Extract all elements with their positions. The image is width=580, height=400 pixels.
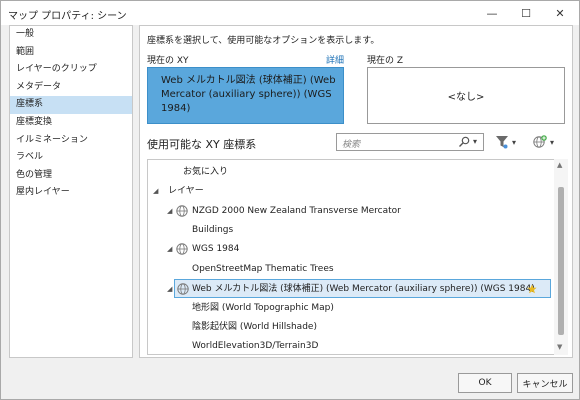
scroll-up-icon[interactable]: ▲ — [557, 161, 562, 169]
coordinate-system-tree: お気に入り ◢ レイヤー ◢ NZGD 2000 New Zealand Tra… — [147, 159, 560, 355]
coordinate-systems-panel: 座標系を選択して、使用可能なオプションを表示します。 現在の XY 詳細 現在の… — [139, 25, 573, 358]
tree-row-layers[interactable]: ◢ レイヤー — [148, 182, 559, 201]
search-placeholder: 検索 — [342, 140, 361, 150]
sidebar-item-clip-layers[interactable]: レイヤーのクリップ — [10, 61, 132, 79]
search-icon[interactable] — [458, 136, 470, 148]
tree-scrollbar[interactable]: ▲ ▼ — [554, 159, 568, 355]
current-z-label: 現在の Z — [367, 56, 404, 66]
tree-label: WGS 1984 — [192, 244, 240, 254]
current-z-value: <なし> — [447, 92, 485, 103]
expand-arrow-icon[interactable]: ◢ — [167, 202, 172, 221]
tree-row-buildings[interactable]: Buildings — [148, 221, 559, 240]
tree-label: WorldElevation3D/Terrain3D — [192, 341, 319, 351]
map-properties-dialog: マップ プロパティ: シーン — ☐ ✕ 一般 範囲 レイヤーのクリップ メタデ… — [0, 0, 580, 400]
tree-label: お気に入り — [183, 167, 229, 177]
expand-arrow-icon[interactable]: ◢ — [167, 240, 172, 259]
scrollbar-thumb[interactable] — [558, 187, 564, 335]
ok-label: OK — [478, 378, 492, 388]
maximize-icon: ☐ — [521, 6, 531, 20]
tree-label: NZGD 2000 New Zealand Transverse Mercato… — [192, 206, 401, 216]
current-z-box[interactable]: <なし> — [367, 67, 565, 124]
tree-row-world-hillshade[interactable]: 陰影起伏図 (World Hillshade) — [148, 318, 559, 337]
cancel-button[interactable]: キャンセル — [517, 373, 573, 393]
filter-chevron-icon: ▾ — [512, 137, 517, 147]
tree-label: 陰影起伏図 (World Hillshade) — [192, 322, 317, 332]
sidebar-item-illumination[interactable]: イルミネーション — [10, 132, 132, 150]
sidebar-item-color-management[interactable]: 色の管理 — [10, 167, 132, 185]
expand-arrow-icon[interactable]: ◢ — [153, 182, 158, 201]
details-link[interactable]: 詳細 — [326, 53, 344, 66]
sidebar-item-coordinate-systems[interactable]: 座標系 — [10, 96, 132, 114]
search-options-chevron-icon[interactable]: ▾ — [473, 137, 477, 146]
title-bar: マップ プロパティ: シーン — ☐ ✕ — [1, 1, 579, 25]
tree-label: OpenStreetMap Thematic Trees — [192, 264, 334, 274]
tree-row-world-topographic[interactable]: 地形図 (World Topographic Map) — [148, 299, 559, 318]
minimize-button[interactable]: — — [475, 1, 509, 25]
tree-row-wgs1984[interactable]: ◢ WGS 1984 — [148, 240, 559, 259]
tree-row-favorites[interactable]: お気に入り — [148, 163, 559, 182]
close-icon: ✕ — [555, 6, 565, 20]
sidebar-item-metadata[interactable]: メタデータ — [10, 79, 132, 97]
ok-button[interactable]: OK — [458, 373, 512, 393]
filter-icon — [496, 136, 508, 149]
tree-row-web-mercator[interactable]: ◢ Web メルカトル図法 (球体補正) (Web Mercator (auxi… — [167, 279, 551, 298]
available-xy-label: 使用可能な XY 座標系 — [147, 138, 257, 151]
sidebar-item-transformation[interactable]: 座標変換 — [10, 114, 132, 132]
sidebar-item-extent[interactable]: 範囲 — [10, 44, 132, 62]
current-xy-label: 現在の XY — [147, 56, 189, 66]
tree-label: Web メルカトル図法 (球体補正) (Web Mercator (auxili… — [192, 284, 535, 294]
tree-label: レイヤー — [168, 186, 204, 196]
filter-button[interactable]: ▾ — [496, 133, 518, 151]
window-title: マップ プロパティ: シーン — [8, 11, 127, 22]
globe-icon — [176, 243, 188, 255]
add-coordinate-system-button[interactable]: ▾ — [533, 133, 555, 151]
current-xy-value: Web メルカトル図法 (球体補正) (Web Mercator (auxili… — [161, 75, 336, 114]
favorite-pin-icon[interactable] — [527, 284, 537, 294]
tree-row-world-elevation[interactable]: WorldElevation3D/Terrain3D — [148, 337, 559, 354]
instruction-text: 座標系を選択して、使用可能なオプションを表示します。 — [147, 36, 380, 46]
cancel-label: キャンセル — [522, 379, 568, 390]
sidebar-item-general[interactable]: 一般 — [10, 26, 132, 44]
globe-icon — [177, 283, 189, 295]
sidebar-item-indoor-layers[interactable]: 屋内レイヤー — [10, 184, 132, 202]
current-xy-box[interactable]: Web メルカトル図法 (球体補正) (Web Mercator (auxili… — [147, 67, 344, 124]
add-chevron-icon: ▾ — [550, 137, 555, 147]
tree-label: Buildings — [192, 225, 234, 235]
expand-arrow-icon[interactable]: ◢ — [167, 280, 172, 299]
minimize-icon: — — [486, 6, 498, 20]
sidebar-item-labels[interactable]: ラベル — [10, 149, 132, 167]
sidebar: 一般 範囲 レイヤーのクリップ メタデータ 座標系 座標変換 イルミネーション … — [9, 25, 133, 358]
close-button[interactable]: ✕ — [543, 1, 577, 25]
tree-row-nzgd2000[interactable]: ◢ NZGD 2000 New Zealand Transverse Merca… — [148, 202, 559, 221]
globe-add-icon — [533, 135, 547, 148]
tree-row-osm-trees[interactable]: OpenStreetMap Thematic Trees — [148, 260, 559, 279]
scroll-down-icon[interactable]: ▼ — [557, 343, 562, 351]
globe-icon — [176, 205, 188, 217]
maximize-button[interactable]: ☐ — [509, 1, 543, 25]
search-input[interactable]: 検索 ▾ — [336, 133, 484, 151]
tree-label: 地形図 (World Topographic Map) — [192, 303, 334, 313]
